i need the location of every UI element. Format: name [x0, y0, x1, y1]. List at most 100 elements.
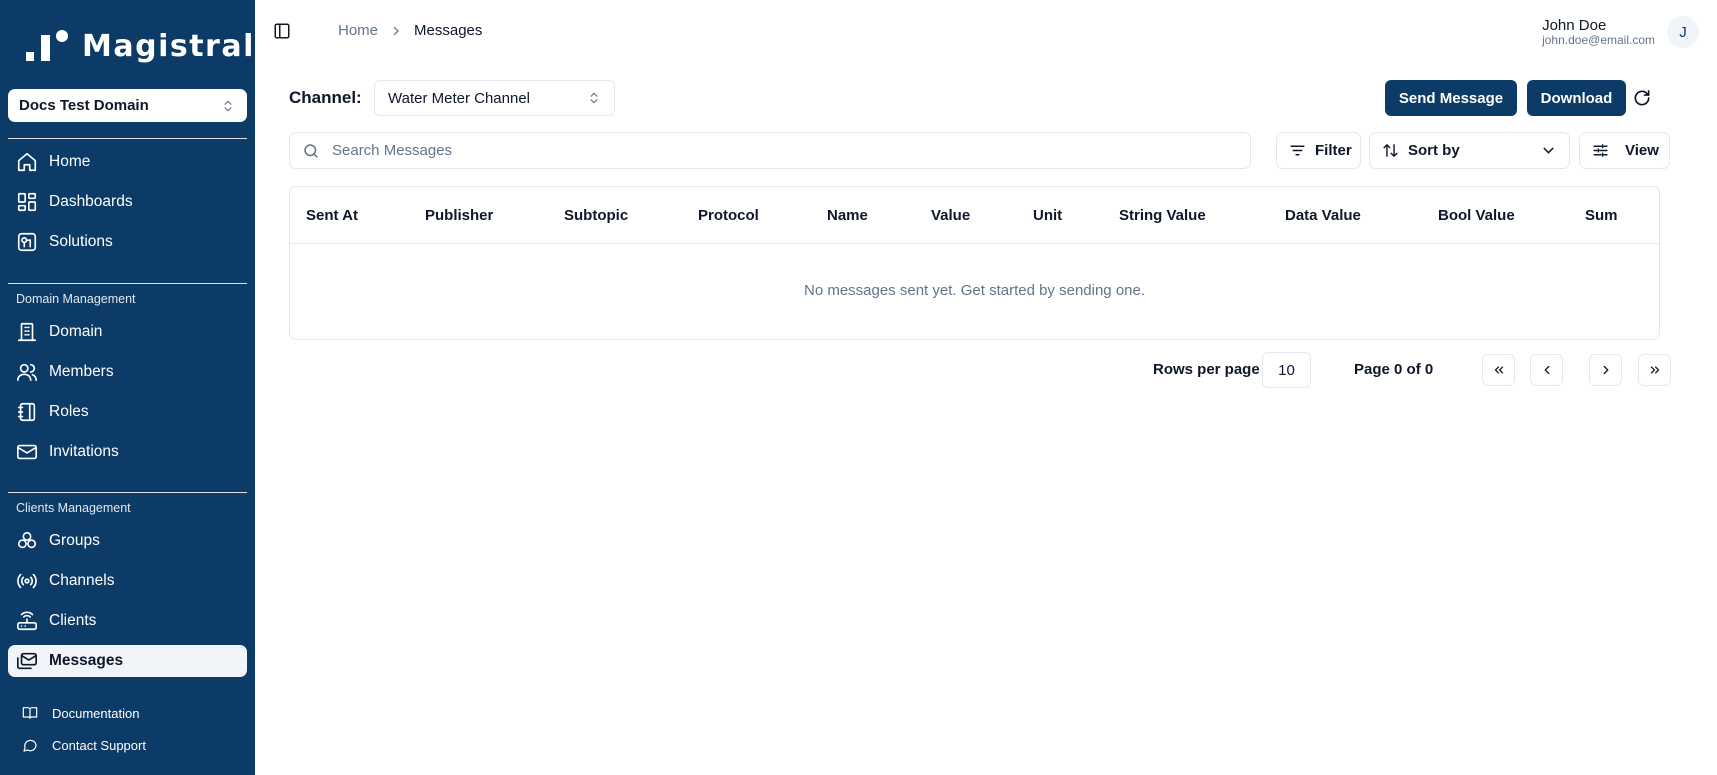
sort-select[interactable]: Sort by	[1369, 132, 1570, 169]
sidebar-item-contact-support[interactable]: Contact Support	[8, 732, 146, 758]
solutions-icon	[17, 232, 37, 252]
filter-button[interactable]: Filter	[1276, 132, 1361, 169]
building-icon	[17, 322, 37, 342]
refresh-icon[interactable]	[1632, 88, 1652, 108]
table-header: Sent At Publisher Subtopic Protocol Name…	[290, 187, 1659, 244]
column-header: Value	[931, 207, 971, 224]
logo: Magistrala	[26, 28, 277, 64]
domain-select[interactable]: Docs Test Domain	[8, 89, 247, 122]
chevron-down-icon	[1543, 147, 1554, 154]
sidebar-item-channels[interactable]: Channels	[8, 565, 247, 597]
search-input[interactable]	[332, 142, 1232, 159]
sidebar-item-solutions[interactable]: Solutions	[8, 226, 247, 258]
sidebar-item-domain[interactable]: Domain	[8, 316, 247, 348]
column-header: Sent At	[306, 207, 358, 224]
user-info: John Doe john.doe@email.com	[1542, 18, 1655, 47]
sidebar-item-roles[interactable]: Roles	[8, 396, 247, 428]
sidebar-item-label: Documentation	[52, 705, 140, 721]
rows-per-page-select[interactable]: 10	[1262, 352, 1311, 388]
sidebar-divider	[8, 138, 247, 139]
sliders-icon	[1593, 144, 1608, 157]
sidebar-toggle-icon[interactable]	[273, 22, 291, 40]
sidebar: Magistrala Docs Test Domain Home Dashboa…	[0, 0, 275, 775]
column-header: Protocol	[698, 207, 759, 224]
sidebar-item-clients[interactable]: Clients	[8, 605, 247, 637]
sidebar-item-home[interactable]: Home	[8, 146, 247, 178]
chevrons-left-icon	[1494, 366, 1503, 374]
view-label: View	[1625, 142, 1659, 159]
mail-icon	[17, 444, 37, 460]
channel-label: Channel:	[289, 88, 362, 107]
sidebar-divider	[8, 283, 247, 284]
view-button[interactable]: View	[1579, 132, 1670, 169]
column-header: Subtopic	[564, 207, 629, 224]
channel-select[interactable]: Water Meter Channel	[374, 80, 615, 116]
column-header: Publisher	[425, 207, 494, 224]
sidebar-item-label: Messages	[49, 652, 124, 669]
send-message-button[interactable]: Send Message	[1385, 80, 1517, 116]
download-button[interactable]: Download	[1527, 80, 1626, 116]
column-header: Data Value	[1285, 207, 1361, 224]
page-indicator: Page 0 of 0	[1354, 361, 1434, 378]
dashboard-icon	[17, 192, 37, 212]
filter-label: Filter	[1315, 142, 1352, 159]
avatar[interactable]: J	[1667, 16, 1699, 48]
logo-mark-icon	[26, 28, 70, 64]
search-icon	[304, 143, 318, 158]
section-label-clients: Clients Management	[16, 501, 131, 515]
sidebar-item-label: Groups	[49, 532, 100, 549]
user-email: john.doe@email.com	[1542, 33, 1655, 47]
next-page-button[interactable]	[1589, 354, 1622, 386]
column-header: Name	[827, 207, 868, 224]
breadcrumb: Home Messages	[338, 22, 482, 39]
section-label-domain: Domain Management	[16, 292, 136, 306]
users-icon	[17, 363, 37, 382]
sidebar-item-label: Dashboards	[49, 193, 133, 210]
sidebar-item-members[interactable]: Members	[8, 356, 247, 388]
sidebar-item-label: Roles	[49, 403, 89, 420]
sidebar-item-label: Contact Support	[52, 737, 146, 753]
chevron-right-icon	[393, 26, 399, 35]
search-box	[289, 132, 1251, 169]
domain-select-value: Docs Test Domain	[19, 97, 149, 114]
chevron-right-icon	[1603, 365, 1609, 375]
sidebar-item-label: Channels	[49, 572, 115, 589]
rows-per-page-label: Rows per page	[1153, 361, 1260, 378]
groups-icon	[17, 531, 37, 549]
chat-icon	[23, 739, 37, 752]
home-icon	[17, 152, 37, 172]
previous-page-button[interactable]	[1530, 354, 1563, 386]
chevron-left-icon	[1543, 365, 1549, 375]
messages-icon	[17, 652, 37, 670]
chevrons-up-down-icon	[224, 100, 232, 111]
messages-table: Sent At Publisher Subtopic Protocol Name…	[289, 186, 1660, 340]
logo-text: Magistrala	[82, 28, 277, 64]
first-page-button[interactable]	[1482, 354, 1515, 386]
sidebar-divider	[8, 492, 247, 493]
user-name: John Doe	[1542, 17, 1607, 34]
sidebar-item-label: Domain	[49, 323, 103, 340]
sort-label: Sort by	[1408, 142, 1460, 159]
sidebar-item-groups[interactable]: Groups	[8, 525, 247, 557]
sidebar-item-label: Members	[49, 363, 114, 380]
sidebar-item-invitations[interactable]: Invitations	[8, 436, 247, 468]
column-header: Unit	[1033, 207, 1063, 224]
chevrons-right-icon	[1650, 366, 1659, 374]
sidebar-item-messages[interactable]: Messages	[8, 645, 247, 677]
column-header: Bool Value	[1438, 207, 1515, 224]
filter-icon	[1290, 145, 1305, 156]
breadcrumb-home-link[interactable]: Home	[338, 22, 378, 39]
sidebar-item-label: Invitations	[49, 443, 119, 460]
sidebar-item-label: Solutions	[49, 233, 113, 250]
empty-state-message: No messages sent yet. Get started by sen…	[803, 282, 1146, 299]
chevrons-up-down-icon	[590, 92, 598, 104]
sidebar-item-documentation[interactable]: Documentation	[8, 700, 139, 726]
column-header: Sum	[1585, 207, 1618, 224]
breadcrumb-current: Messages	[414, 22, 483, 39]
book-icon	[22, 707, 38, 719]
last-page-button[interactable]	[1638, 354, 1671, 386]
sort-arrows-icon	[1383, 144, 1398, 157]
router-icon	[17, 611, 37, 631]
sidebar-item-dashboards[interactable]: Dashboards	[8, 186, 247, 218]
channel-select-value: Water Meter Channel	[388, 89, 531, 107]
